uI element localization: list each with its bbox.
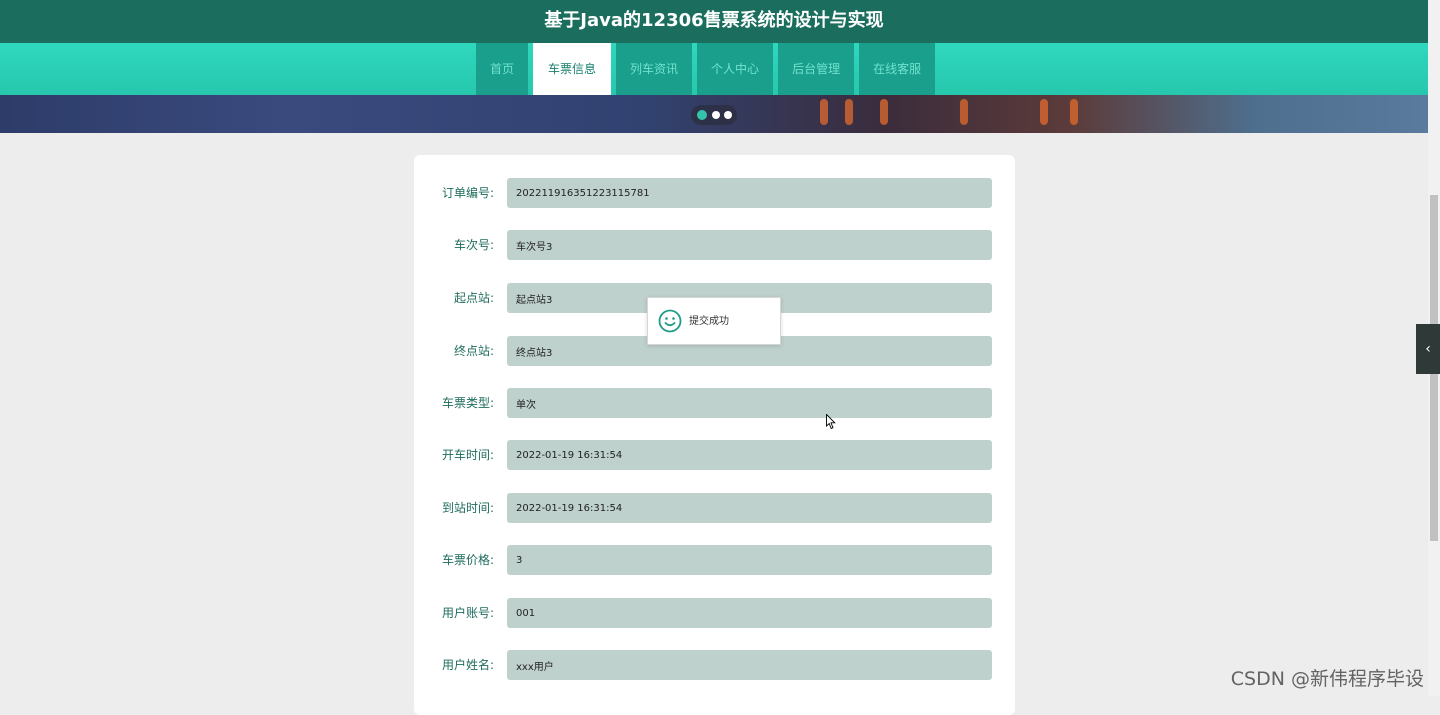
ticket-price-label: 车票价格: bbox=[441, 553, 494, 567]
train-number-input[interactable] bbox=[507, 230, 992, 260]
nav-item-train-news[interactable]: 列车资讯 bbox=[616, 43, 693, 95]
carousel-dot-2[interactable] bbox=[712, 111, 720, 119]
page-title: 基于Java的12306售票系统的设计与实现 bbox=[544, 10, 884, 31]
nav-item-home[interactable]: 首页 bbox=[476, 43, 529, 95]
arrival-time-input[interactable] bbox=[507, 493, 992, 523]
ticket-price-input[interactable] bbox=[507, 545, 992, 575]
nav-menu: 首页 车票信息 列车资讯 个人中心 后台管理 在线客服 bbox=[476, 43, 940, 95]
carousel-dot-1[interactable] bbox=[697, 110, 707, 120]
mouse-cursor-icon bbox=[826, 414, 836, 430]
form-row-user-name: 用户姓名: bbox=[414, 650, 1015, 680]
top-navigation: 首页 车票信息 列车资讯 个人中心 后台管理 在线客服 bbox=[0, 43, 1428, 95]
nav-item-tickets[interactable]: 车票信息 bbox=[533, 43, 612, 95]
user-account-input[interactable] bbox=[507, 598, 992, 628]
departure-time-input[interactable] bbox=[507, 440, 992, 470]
train-number-label: 车次号: bbox=[453, 238, 494, 252]
order-number-label: 订单编号: bbox=[441, 186, 494, 200]
banner-light bbox=[1040, 99, 1048, 125]
banner-light bbox=[820, 99, 828, 125]
ticket-form-card: 订单编号: 车次号: 起点站: 终点站: 车票类型: 开车时间: 到站时间: 车… bbox=[414, 155, 1015, 715]
ticket-type-input[interactable] bbox=[507, 388, 992, 418]
form-row-order-number: 订单编号: bbox=[414, 178, 1015, 208]
ticket-type-label: 车票类型: bbox=[441, 396, 494, 410]
arrival-time-label: 到站时间: bbox=[441, 501, 494, 515]
form-row-departure-time: 开车时间: bbox=[414, 440, 1015, 470]
departure-time-label: 开车时间: bbox=[441, 448, 494, 462]
order-number-input[interactable] bbox=[507, 178, 992, 208]
form-row-ticket-type: 车票类型: bbox=[414, 388, 1015, 418]
banner-light bbox=[960, 99, 968, 125]
carousel-indicators bbox=[691, 105, 737, 125]
nav-item-personal-center[interactable]: 个人中心 bbox=[697, 43, 774, 95]
banner-light bbox=[845, 99, 853, 125]
page-title-bar: 基于Java的12306售票系统的设计与实现 bbox=[0, 0, 1428, 43]
chevron-left-icon: ‹ bbox=[1425, 341, 1431, 357]
banner-light bbox=[880, 99, 888, 125]
arrival-station-label: 终点站: bbox=[453, 344, 494, 358]
banner-light bbox=[1070, 99, 1078, 125]
departure-station-label: 起点站: bbox=[453, 291, 494, 305]
nav-item-admin[interactable]: 后台管理 bbox=[778, 43, 855, 95]
smile-icon bbox=[658, 309, 682, 333]
carousel-dot-3[interactable] bbox=[724, 111, 732, 119]
user-name-input[interactable] bbox=[507, 650, 992, 680]
toast-message: 提交成功 bbox=[689, 316, 729, 327]
user-name-label: 用户姓名: bbox=[441, 658, 494, 672]
form-row-ticket-price: 车票价格: bbox=[414, 545, 1015, 575]
side-panel-toggle[interactable]: ‹ bbox=[1416, 324, 1440, 374]
form-row-user-account: 用户账号: bbox=[414, 598, 1015, 628]
user-account-label: 用户账号: bbox=[441, 606, 494, 620]
form-row-train-number: 车次号: bbox=[414, 230, 1015, 260]
nav-item-online-service[interactable]: 在线客服 bbox=[859, 43, 936, 95]
form-row-arrival-time: 到站时间: bbox=[414, 493, 1015, 523]
success-toast: 提交成功 bbox=[647, 297, 781, 345]
csdn-watermark: CSDN @新伟程序毕设 bbox=[1230, 668, 1424, 690]
